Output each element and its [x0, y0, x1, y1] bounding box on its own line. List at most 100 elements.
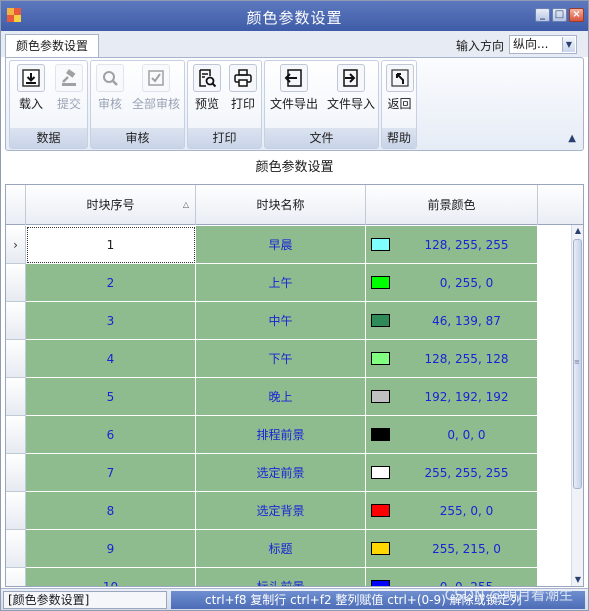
cell-name[interactable]: 选定前景	[196, 454, 366, 492]
ribbon-group-data: 载入 提交 数据	[9, 60, 88, 149]
cell-color[interactable]: 46, 139, 87	[366, 302, 538, 340]
color-rgb-value: 255, 255, 255	[424, 466, 509, 480]
load-button[interactable]: 载入	[14, 64, 48, 112]
column-header-index[interactable]: 时块序号 △	[26, 185, 196, 225]
watermark: CSDN @明月看潮生	[444, 591, 573, 604]
table-row[interactable]: 5 晚上 192, 192, 192	[6, 378, 573, 416]
cell-index[interactable]: 6	[26, 416, 196, 454]
title-bar[interactable]: 颜色参数设置 _ □ ×	[1, 1, 588, 31]
color-rgb-value: 0, 255, 0	[439, 276, 494, 290]
table-row[interactable]: 3 中午 46, 139, 87	[6, 302, 573, 340]
cell-index[interactable]: 2	[26, 264, 196, 302]
vertical-scrollbar[interactable]: ▲ ≡ ▼	[571, 225, 583, 586]
input-direction-label: 输入方向	[456, 39, 505, 53]
cell-color[interactable]: 0, 255, 0	[366, 264, 538, 302]
color-swatch	[371, 390, 390, 403]
row-header[interactable]	[6, 340, 26, 378]
submit-button[interactable]: 提交	[52, 64, 86, 112]
return-button[interactable]: 返回	[383, 64, 416, 112]
cell-index[interactable]: 3	[26, 302, 196, 340]
cell-name[interactable]: 晚上	[196, 378, 366, 416]
minimize-button[interactable]: _	[535, 8, 550, 22]
color-settings-grid: 时块序号 △ 时块名称 前景颜色 › 1 早晨 128, 255, 255 2 上午 0, …	[5, 184, 584, 587]
color-rgb-value: 128, 255, 128	[424, 352, 509, 366]
audit-all-button[interactable]: 全部审核	[129, 64, 183, 112]
ribbon-group-caption-print: 打印	[188, 128, 261, 148]
cell-index[interactable]: 5	[26, 378, 196, 416]
row-header-corner	[6, 185, 26, 225]
row-header[interactable]	[6, 530, 26, 568]
table-row[interactable]: › 1 早晨 128, 255, 255	[6, 226, 573, 264]
column-header-name[interactable]: 时块名称	[196, 185, 366, 225]
submit-label: 提交	[56, 97, 81, 111]
cell-color[interactable]: 128, 255, 128	[366, 340, 538, 378]
row-header[interactable]	[6, 454, 26, 492]
printer-icon	[229, 64, 257, 92]
ribbon-tab-color-settings[interactable]: 颜色参数设置	[5, 34, 100, 58]
cell-index[interactable]: 4	[26, 340, 196, 378]
color-swatch	[371, 542, 390, 555]
row-header[interactable]	[6, 568, 26, 586]
color-rgb-value: 128, 255, 255	[424, 238, 509, 252]
cell-index[interactable]: 10	[26, 568, 196, 586]
chevron-down-icon[interactable]: ▼	[562, 37, 575, 52]
cell-name[interactable]: 选定背景	[196, 492, 366, 530]
maximize-button[interactable]: □	[552, 8, 567, 22]
row-header[interactable]	[6, 302, 26, 340]
cell-index[interactable]: 1	[26, 226, 196, 264]
table-row[interactable]: 8 选定背景 255, 0, 0	[6, 492, 573, 530]
cell-color[interactable]: 255, 0, 0	[366, 492, 538, 530]
cell-name[interactable]: 早晨	[196, 226, 366, 264]
audit-button[interactable]: 审核	[93, 64, 127, 112]
scroll-down-icon[interactable]: ▼	[573, 575, 583, 585]
cell-index[interactable]: 8	[26, 492, 196, 530]
row-header[interactable]	[6, 264, 26, 302]
cell-color[interactable]: 192, 192, 192	[366, 378, 538, 416]
cell-name[interactable]: 中午	[196, 302, 366, 340]
row-header[interactable]	[6, 416, 26, 454]
cell-color[interactable]: 128, 255, 255	[366, 226, 538, 264]
table-row[interactable]: 4 下午 128, 255, 128	[6, 340, 573, 378]
cell-name[interactable]: 下午	[196, 340, 366, 378]
ribbon-group-caption-help: 帮助	[382, 128, 416, 148]
ribbon-group-print: 预览 打印 打印	[187, 60, 262, 149]
status-form-name: [颜色参数设置]	[3, 591, 167, 609]
cell-name[interactable]: 标题	[196, 530, 366, 568]
cell-name[interactable]: 标头前景	[196, 568, 366, 586]
print-button[interactable]: 打印	[226, 64, 260, 112]
window-title: 颜色参数设置	[246, 9, 343, 27]
ribbon-group-help: 返回 帮助	[381, 60, 417, 149]
cell-name[interactable]: 上午	[196, 264, 366, 302]
file-import-label: 文件导入	[326, 97, 375, 111]
column-header-color[interactable]: 前景颜色	[366, 185, 538, 225]
close-button[interactable]: ×	[569, 8, 584, 22]
row-header[interactable]	[6, 492, 26, 530]
color-swatch	[371, 580, 390, 586]
cell-color[interactable]: 0, 0, 255	[366, 568, 538, 586]
row-header[interactable]	[6, 378, 26, 416]
cell-color[interactable]: 0, 0, 0	[366, 416, 538, 454]
row-header[interactable]: ›	[6, 226, 26, 264]
column-header-index-label: 时块序号	[86, 198, 135, 212]
table-row[interactable]: 10 标头前景 0, 0, 255	[6, 568, 573, 586]
cell-name[interactable]: 排程前景	[196, 416, 366, 454]
table-row[interactable]: 7 选定前景 255, 255, 255	[6, 454, 573, 492]
file-import-button[interactable]: 文件导入	[323, 64, 379, 112]
table-row[interactable]: 2 上午 0, 255, 0	[6, 264, 573, 302]
file-import-icon	[337, 64, 365, 92]
cell-color[interactable]: 255, 255, 255	[366, 454, 538, 492]
file-export-button[interactable]: 文件导出	[266, 64, 322, 112]
preview-button[interactable]: 预览	[190, 64, 224, 112]
table-row[interactable]: 6 排程前景 0, 0, 0	[6, 416, 573, 454]
cell-index[interactable]: 7	[26, 454, 196, 492]
ribbon-collapse-icon[interactable]: ▲	[568, 133, 576, 144]
input-direction-select[interactable]: 纵向... ▼	[509, 35, 577, 54]
color-rgb-value: 0, 0, 0	[447, 428, 486, 442]
scroll-up-icon[interactable]: ▲	[573, 226, 583, 236]
sort-ascending-icon: △	[182, 200, 189, 209]
cell-index[interactable]: 9	[26, 530, 196, 568]
ribbon-group-caption-data: 数据	[10, 128, 87, 148]
cell-color[interactable]: 255, 215, 0	[366, 530, 538, 568]
table-row[interactable]: 9 标题 255, 215, 0	[6, 530, 573, 568]
main-window: 颜色参数设置 _ □ × 颜色参数设置 输入方向 纵向... ▼ 载入 提交 数…	[0, 0, 589, 611]
